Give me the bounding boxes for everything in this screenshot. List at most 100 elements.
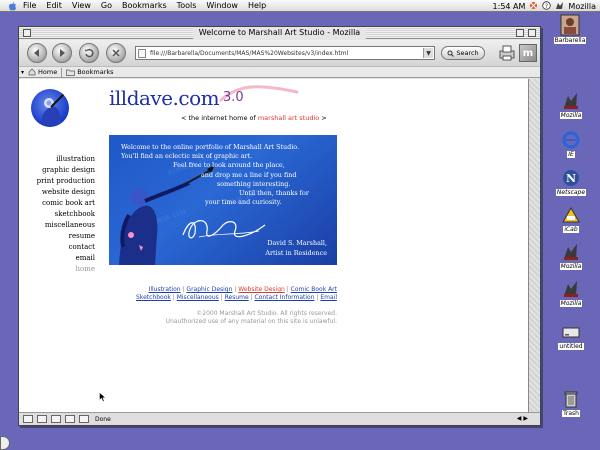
desktop-icon-label: iCab — [563, 226, 579, 233]
nav-website-design[interactable]: website design — [37, 187, 95, 198]
menu-window[interactable]: Window — [201, 0, 243, 12]
desktop-icon-ie[interactable]: IE — [552, 130, 590, 158]
navigator-icon[interactable] — [23, 415, 33, 423]
security-lock-icon[interactable] — [79, 415, 89, 423]
window-titlebar[interactable]: Welcome to Marshall Art Studio - Mozilla — [19, 27, 540, 39]
welcome-line: and drop me a line if you find — [201, 170, 297, 179]
footer-link-sketchbook[interactable]: Sketchbook — [136, 294, 171, 301]
app-name[interactable]: Mozilla — [568, 2, 596, 11]
footer-link-miscellaneous[interactable]: Miscellaneous — [177, 294, 219, 301]
footer-link-contact-information[interactable]: Contact Information — [255, 294, 315, 301]
home-icon — [28, 68, 36, 76]
url-dropdown-icon[interactable]: ▼ — [423, 48, 433, 58]
nav-sketchbook[interactable]: sketchbook — [37, 209, 95, 220]
address-book-icon[interactable] — [65, 415, 75, 423]
print-icon[interactable] — [497, 44, 517, 62]
legal-notice: Unauthorized use of any material on this… — [165, 318, 337, 325]
nav-contact[interactable]: contact — [37, 242, 95, 253]
nav-print-production[interactable]: print production — [37, 176, 95, 187]
zoom-box-icon[interactable] — [516, 29, 524, 37]
site-logo[interactable]: illdave.com — [109, 86, 220, 110]
scroll-left-icon[interactable]: ◀ — [517, 415, 522, 422]
url-field[interactable]: file:///Barbarella/Documents/MAS/MAS%20W… — [135, 46, 435, 60]
desktop-icon-label: Netscape — [555, 189, 587, 196]
desktop-icon-untitled[interactable]: untitled — [552, 322, 590, 350]
nav-illustration[interactable]: illustration — [37, 154, 95, 165]
footer-link-illustration[interactable]: Illustration — [149, 286, 181, 293]
mouse-cursor-icon — [99, 392, 107, 402]
status-bar: Done ◀ ▶ — [19, 412, 540, 425]
tagline-brand: marshall art studio — [257, 114, 320, 122]
forward-button[interactable] — [52, 43, 72, 63]
disk-icon — [561, 322, 581, 342]
window-title: Welcome to Marshall Art Studio - Mozilla — [192, 27, 367, 39]
mozilla-alias-2-icon — [561, 279, 581, 299]
nav-home[interactable]: home — [37, 264, 95, 275]
menu-file[interactable]: File — [18, 0, 41, 12]
footer-link-resume[interactable]: Resume — [225, 294, 249, 301]
desktop-icon-mozilla-alias-2[interactable]: Mozilla — [552, 279, 590, 307]
close-box-icon[interactable] — [23, 29, 31, 37]
mozilla-alias-icon — [561, 242, 581, 262]
artist-avatar[interactable] — [31, 89, 69, 127]
search-button[interactable]: Search — [441, 46, 485, 60]
menu-view[interactable]: View — [67, 0, 96, 12]
nav-comic-book-art[interactable]: comic book art — [37, 198, 95, 209]
desktop-icon-mozilla-alias[interactable]: Mozilla — [552, 242, 590, 270]
menu-go[interactable]: Go — [96, 0, 117, 12]
menu-edit[interactable]: Edit — [41, 0, 67, 12]
collapse-box-icon[interactable] — [528, 29, 536, 37]
reload-button[interactable] — [79, 43, 99, 63]
tagline-suffix: > — [319, 114, 327, 122]
desktop-icon-barbarella[interactable]: Barbarella — [551, 14, 589, 44]
mail-icon[interactable] — [37, 415, 47, 423]
menu-bookmarks[interactable]: Bookmarks — [117, 0, 172, 12]
desktop-icon-label: Barbarella — [553, 37, 587, 44]
vertical-scrollbar[interactable] — [528, 79, 540, 412]
scroll-right-icon[interactable]: ▶ — [523, 415, 528, 422]
nav-resume[interactable]: resume — [37, 231, 95, 242]
folder-icon — [66, 69, 76, 76]
copyright-notice: ©2000 Marshall Art Studio. All rights re… — [196, 310, 337, 317]
desktop-icon-label: Trash — [562, 410, 580, 417]
desktop-drawer-tab[interactable] — [0, 436, 10, 450]
footer-link-email[interactable]: Email — [320, 294, 337, 301]
nav-email[interactable]: email — [37, 253, 95, 264]
home-button[interactable]: Home — [28, 68, 57, 76]
mozilla-throbber-icon[interactable]: m — [519, 44, 537, 62]
apple-menu-icon[interactable] — [6, 0, 18, 11]
desktop-icon-netscape[interactable]: N Netscape — [552, 168, 590, 196]
web-content: illdave.com 3.0 < the internet home of m… — [19, 79, 528, 412]
desktop-icon-trash[interactable]: Trash — [552, 389, 590, 417]
desktop-icon-label: untitled — [558, 343, 584, 350]
desktop-icon-icab[interactable]: iCab — [552, 205, 590, 233]
desktop-icon-mozilla[interactable]: Mozilla — [552, 91, 590, 119]
welcome-message: Welcome to the online portfolio of Marsh… — [121, 143, 331, 207]
application-switcher-icon[interactable] — [529, 1, 538, 12]
netscape-icon: N — [561, 168, 581, 188]
bookmarks-button[interactable]: Bookmarks — [66, 68, 114, 76]
bookmarks-label: Bookmarks — [77, 68, 114, 76]
artist-credit: David S. Marshall, Artist in Residence — [265, 238, 327, 258]
nav-graphic-design[interactable]: graphic design — [37, 165, 95, 176]
welcome-line: Feel free to look around the place, — [173, 161, 285, 170]
mozilla-icon — [561, 91, 581, 111]
footer-links-row-1: Illustration | Graphic Design | Website … — [109, 286, 337, 293]
svg-text:?: ? — [545, 3, 548, 10]
back-button[interactable] — [27, 43, 47, 63]
artist-name: David S. Marshall, — [267, 239, 327, 247]
menu-tools[interactable]: Tools — [172, 0, 202, 12]
footer-link-comic-book-art[interactable]: Comic Book Art — [291, 286, 337, 293]
menu-help[interactable]: Help — [243, 0, 271, 12]
footer-link-website-design[interactable]: Website Design — [238, 286, 285, 293]
navigation-toolbar: file:///Barbarella/Documents/MAS/MAS%20W… — [19, 40, 540, 66]
clock[interactable]: 1:54 AM — [493, 2, 526, 11]
footer-link-graphic-design[interactable]: Graphic Design — [186, 286, 232, 293]
help-icon[interactable]: ? — [542, 0, 552, 12]
side-navigation: illustration graphic design print produc… — [37, 154, 95, 275]
nav-miscellaneous[interactable]: miscellaneous — [37, 220, 95, 231]
grippy-icon[interactable]: ▾ — [21, 69, 24, 76]
composer-icon[interactable] — [51, 415, 61, 423]
search-button-label: Search — [456, 49, 479, 57]
stop-button[interactable] — [106, 43, 126, 63]
